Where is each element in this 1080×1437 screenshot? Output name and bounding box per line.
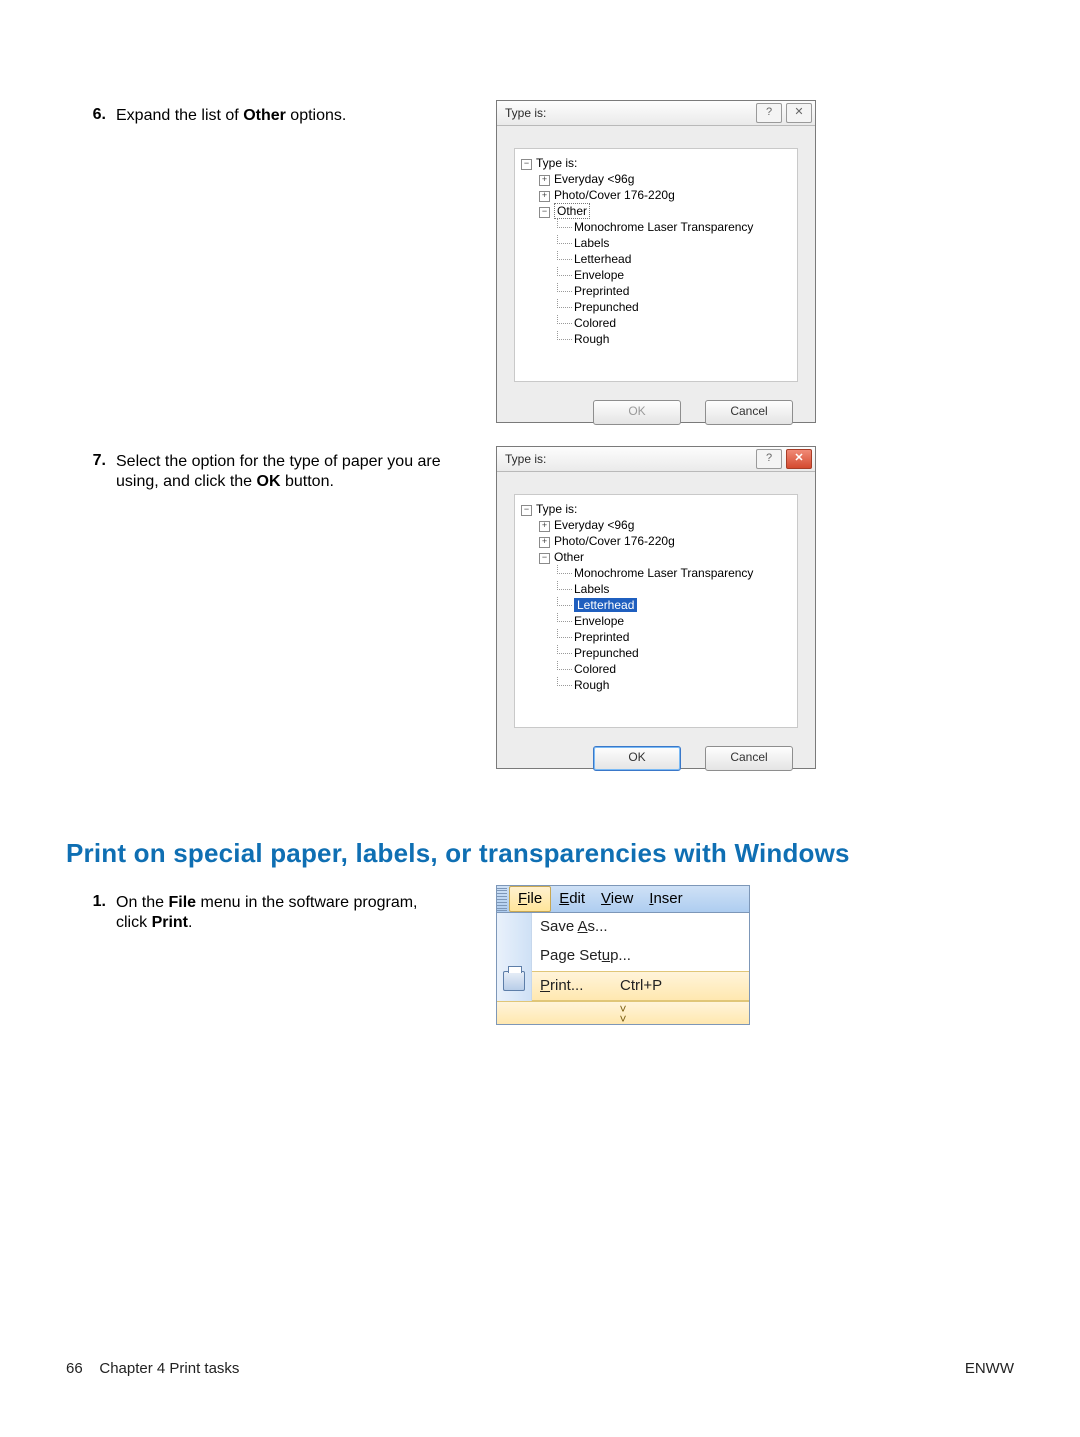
help-icon[interactable]: ? xyxy=(756,103,782,123)
tree-collapse-icon[interactable]: − xyxy=(539,553,550,564)
dialog2-buttons: OK Cancel xyxy=(497,738,815,778)
step-7-number: 7. xyxy=(78,452,106,470)
menubar-file[interactable]: File xyxy=(509,886,551,912)
step-1-l1b: File xyxy=(168,894,196,911)
cancel-button[interactable]: Cancel xyxy=(705,400,793,425)
cancel-button[interactable]: Cancel xyxy=(705,746,793,771)
step-7-l2a: using, and click the xyxy=(116,473,257,490)
tree-collapse-icon[interactable]: − xyxy=(539,207,550,218)
ok-button[interactable]: OK xyxy=(593,746,681,771)
tree-expand-icon[interactable]: + xyxy=(539,175,550,186)
document-page: 6. Expand the list of Other options. Typ… xyxy=(0,0,1080,1437)
tree-item-mono[interactable]: Monochrome Laser Transparency xyxy=(574,566,753,580)
step-7-text: Select the option for the type of paper … xyxy=(116,452,496,492)
step-1-text: On the File menu in the software program… xyxy=(116,893,496,933)
step-1-l2b: Print xyxy=(152,914,188,931)
printer-icon xyxy=(503,971,525,991)
step-6-after: options. xyxy=(286,107,346,124)
file-menu-mock: File Edit View Inser Save As... Page Set… xyxy=(496,885,750,1025)
menubar-insert[interactable]: Inser xyxy=(641,886,690,912)
dialog1-buttons: OK Cancel xyxy=(497,392,815,432)
tree-root-label: Type is: xyxy=(536,156,577,170)
tree-expand-icon[interactable]: + xyxy=(539,191,550,202)
close-icon[interactable]: ✕ xyxy=(786,103,812,123)
step-1-l2c: . xyxy=(188,914,192,931)
menubar: File Edit View Inser xyxy=(497,886,749,913)
chapter-label: Chapter 4 Print tasks xyxy=(99,1360,239,1377)
step-7-l1: Select the option for the type of paper … xyxy=(116,453,441,470)
menu-item-page-setup[interactable]: Page Setup... xyxy=(532,942,749,971)
menu-body: Save As... Page Setup... Print...Ctrl+P xyxy=(497,913,749,1001)
tree-other[interactable]: Other xyxy=(554,203,590,219)
menu-icon-column xyxy=(497,913,532,1001)
tree-everyday[interactable]: Everyday <96g xyxy=(554,518,634,532)
tree-item-prepunched[interactable]: Prepunched xyxy=(574,300,639,314)
tree-root-label: Type is: xyxy=(536,502,577,516)
menu-item-save-as[interactable]: Save As... xyxy=(532,913,749,942)
menubar-view[interactable]: View xyxy=(593,886,641,912)
page-footer: 66 Chapter 4 Print tasks ENWW xyxy=(66,1360,1014,1377)
tree-collapse-icon[interactable]: − xyxy=(521,159,532,170)
dialog2-body: −Type is: +Everyday <96g +Photo/Cover 17… xyxy=(497,472,815,738)
close-icon[interactable]: ✕ xyxy=(786,449,812,469)
tree-item-envelope[interactable]: Envelope xyxy=(574,614,624,628)
dialog2-titlebar: Type is: ? ✕ xyxy=(497,447,815,472)
dialog2-tree: −Type is: +Everyday <96g +Photo/Cover 17… xyxy=(514,494,798,728)
tree-item-rough[interactable]: Rough xyxy=(574,332,609,346)
step-7-l2b: OK xyxy=(257,473,281,490)
tree-item-mono[interactable]: Monochrome Laser Transparency xyxy=(574,220,753,234)
step-1-l1c: menu in the software program, xyxy=(196,894,417,911)
menubar-edit[interactable]: Edit xyxy=(551,886,593,912)
footer-left: 66 Chapter 4 Print tasks xyxy=(66,1360,239,1377)
page-number: 66 xyxy=(66,1360,83,1377)
tree-item-colored[interactable]: Colored xyxy=(574,316,616,330)
tree-item-letterhead[interactable]: Letterhead xyxy=(574,598,637,612)
step-1-l1a: On the xyxy=(116,894,168,911)
tree-everyday[interactable]: Everyday <96g xyxy=(554,172,634,186)
tree-item-labels[interactable]: Labels xyxy=(574,582,609,596)
tree-photocover[interactable]: Photo/Cover 176-220g xyxy=(554,534,675,548)
menubar-grip-icon xyxy=(497,886,507,912)
tree-item-colored[interactable]: Colored xyxy=(574,662,616,676)
type-is-dialog-2: Type is: ? ✕ −Type is: +Everyday <96g +P… xyxy=(496,446,816,769)
footer-right: ENWW xyxy=(965,1360,1014,1377)
menu-items: Save As... Page Setup... Print...Ctrl+P xyxy=(532,913,749,1001)
tree-collapse-icon[interactable]: − xyxy=(521,505,532,516)
dialog1-body: −Type is: +Everyday <96g +Photo/Cover 17… xyxy=(497,126,815,392)
tree-item-prepunched[interactable]: Prepunched xyxy=(574,646,639,660)
step-6-before: Expand the list of xyxy=(116,107,243,124)
step-1-l2a: click xyxy=(116,914,152,931)
tree-expand-icon[interactable]: + xyxy=(539,521,550,532)
tree-item-letterhead[interactable]: Letterhead xyxy=(574,252,631,266)
tree-item-envelope[interactable]: Envelope xyxy=(574,268,624,282)
chevron-down-icon: ˅˅ xyxy=(619,1002,626,1024)
step-1-number: 1. xyxy=(78,893,106,911)
tree-photocover[interactable]: Photo/Cover 176-220g xyxy=(554,188,675,202)
ok-button[interactable]: OK xyxy=(593,400,681,425)
tree-item-labels[interactable]: Labels xyxy=(574,236,609,250)
dialog2-title: Type is: xyxy=(505,452,546,466)
tree-item-preprinted[interactable]: Preprinted xyxy=(574,284,629,298)
step-6-bold: Other xyxy=(243,107,286,124)
help-icon[interactable]: ? xyxy=(756,449,782,469)
tree-item-preprinted[interactable]: Preprinted xyxy=(574,630,629,644)
menu-item-print[interactable]: Print...Ctrl+P xyxy=(532,971,749,1001)
tree-item-rough[interactable]: Rough xyxy=(574,678,609,692)
section-heading: Print on special paper, labels, or trans… xyxy=(66,838,1016,869)
dialog1-title: Type is: xyxy=(505,106,546,120)
step-6-text: Expand the list of Other options. xyxy=(116,106,476,126)
tree-other[interactable]: Other xyxy=(554,550,584,564)
tree-expand-icon[interactable]: + xyxy=(539,537,550,548)
type-is-dialog-1: Type is: ? ✕ −Type is: +Everyday <96g +P… xyxy=(496,100,816,423)
step-6-number: 6. xyxy=(78,106,106,124)
dialog1-tree: −Type is: +Everyday <96g +Photo/Cover 17… xyxy=(514,148,798,382)
dialog1-titlebar: Type is: ? ✕ xyxy=(497,101,815,126)
step-7-l2c: button. xyxy=(281,473,334,490)
print-shortcut: Ctrl+P xyxy=(620,972,662,1000)
menu-expand-row[interactable]: ˅˅ xyxy=(497,1001,749,1024)
